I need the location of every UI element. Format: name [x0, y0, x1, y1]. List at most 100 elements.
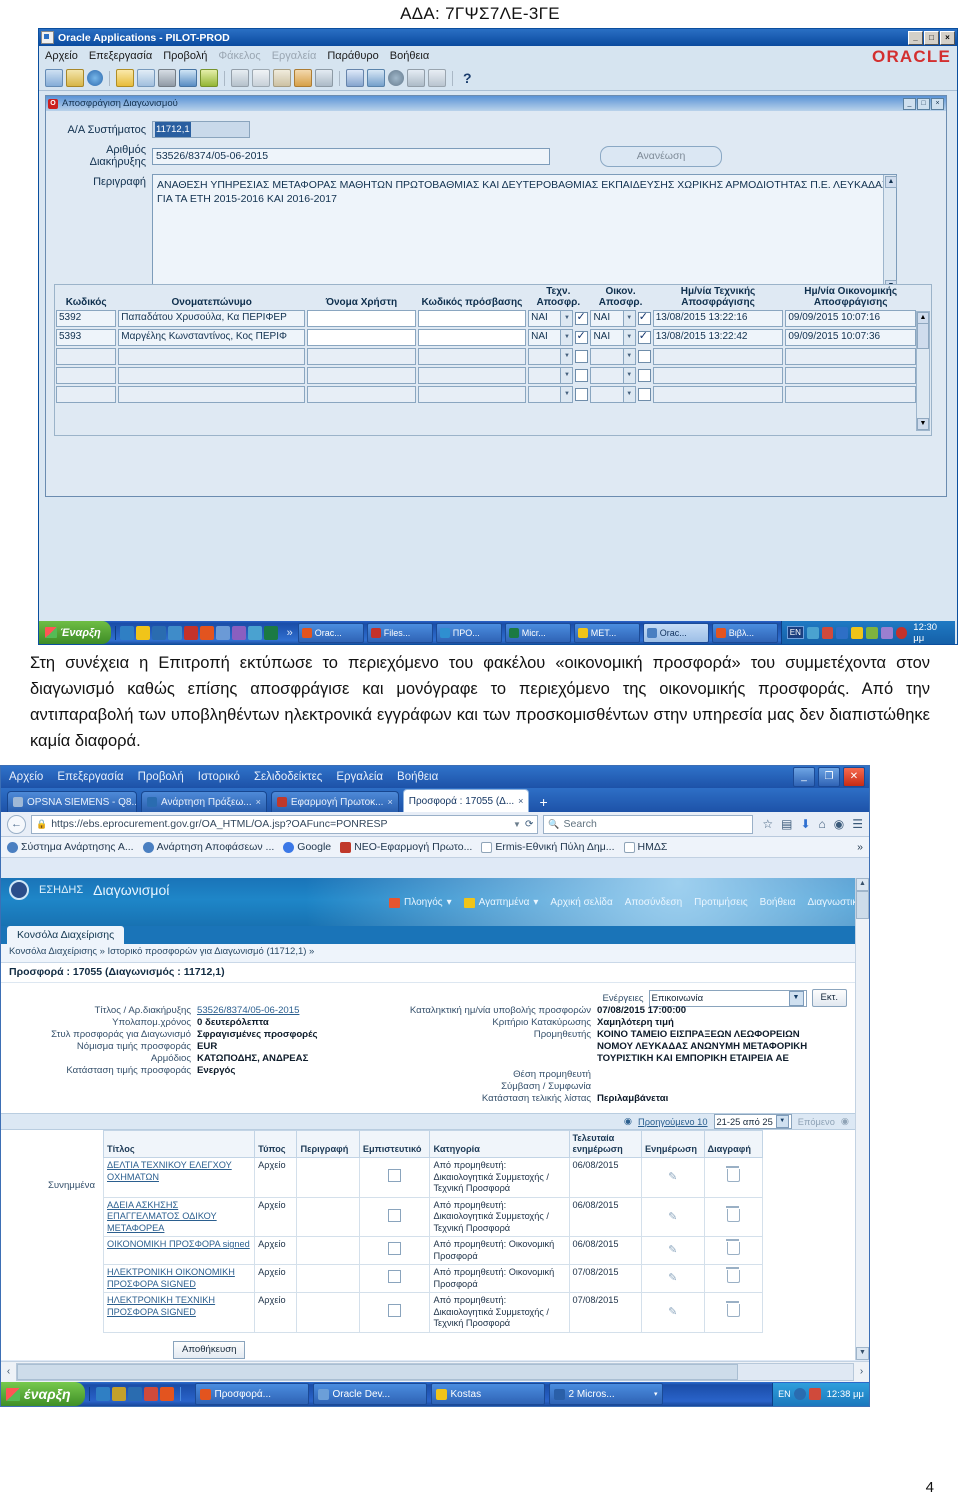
cell-kodikos-prosvasis[interactable] [417, 329, 527, 346]
media-icon[interactable] [111, 1387, 126, 1401]
copy-icon[interactable] [252, 69, 270, 87]
menu-view[interactable]: Προβολή [163, 50, 207, 62]
chevron-down-icon[interactable]: ▾ [533, 897, 538, 908]
chevron-down-icon[interactable]: ▼ [561, 329, 574, 346]
cell-onoma-xristi[interactable] [307, 310, 416, 327]
navbar-icons[interactable]: ☆ ▤ ⬇ ⌂ ◉ ☰ [758, 817, 863, 831]
prev-page-link[interactable]: Προηγούμενο 10 [638, 1117, 708, 1127]
export-icon[interactable] [179, 69, 197, 87]
cell-onoma-xristi[interactable] [307, 329, 416, 346]
hscroll-left-icon[interactable]: ‹ [1, 1363, 16, 1381]
system-tray[interactable]: EN 12:30 μμ [780, 621, 955, 644]
clear-record-icon[interactable] [294, 69, 312, 87]
language-indicator[interactable]: EN [786, 626, 804, 639]
inner-maximize-button[interactable]: □ [917, 97, 930, 110]
cell-texn-aposfr[interactable]: ΝΑΙ ▼ [528, 329, 589, 346]
clock-2[interactable]: 12:38 μμ [827, 1389, 864, 1400]
menu-icon[interactable]: ☰ [852, 817, 863, 831]
outlook-icon[interactable] [151, 625, 166, 640]
texn-checkbox[interactable] [575, 329, 589, 344]
oracle-toolbar[interactable]: ? [39, 66, 957, 91]
translate-icon[interactable] [388, 70, 404, 86]
new-tab-button[interactable]: + [533, 794, 553, 812]
edit-pencil-icon[interactable]: ✎ [667, 1272, 679, 1284]
chevron-down-icon[interactable]: ▼ [561, 386, 574, 403]
perigrafi-scrollbar[interactable]: ▲ ▼ [883, 175, 897, 293]
oikon-checkbox[interactable] [637, 369, 651, 382]
close-icon[interactable]: × [387, 797, 392, 807]
taskbar2-button-kostas[interactable]: Kostas [430, 1383, 545, 1405]
cell-onomateponymo[interactable] [118, 348, 306, 365]
table-row[interactable]: ▼ ▼ [55, 385, 917, 404]
cell-oikon-aposfr[interactable]: ΝΑΙ ▼ [590, 329, 651, 346]
taskbar-button-met[interactable]: ΜΕΤ... [573, 622, 640, 643]
aa-systimatos-input[interactable]: 11712,1 [152, 121, 250, 138]
taskbar-button-orac1[interactable]: Orac... [297, 622, 364, 643]
firefox-icon[interactable] [199, 625, 214, 640]
chevron-down-icon[interactable]: ▼ [788, 990, 804, 1006]
cell-imnia-oikonomikis[interactable] [785, 348, 916, 365]
perigrafi-textarea[interactable]: ΑΝΑΘΕΣΗ ΥΠΗΡΕΣΙΑΣ ΜΕΤΑΦΟΡΑΣ ΜΑΘΗΤΩΝ ΠΡΩΤ… [152, 174, 897, 294]
chevron-down-icon[interactable]: ▼ [623, 310, 636, 327]
favorites-menu[interactable]: Αγαπημένα ▾ [463, 897, 538, 908]
cell-onomateponymo[interactable] [118, 386, 306, 403]
tab-opsna-siemens[interactable]: OPSNA SIEMENS - Q8... × [7, 791, 137, 812]
attach-clip-icon[interactable] [407, 69, 425, 87]
delete-record-icon[interactable] [315, 69, 333, 87]
texn-checkbox[interactable] [575, 388, 589, 401]
delete-trash-icon[interactable] [725, 1205, 740, 1222]
language-indicator-2[interactable]: EN [778, 1389, 791, 1399]
att-title-link[interactable]: ΑΔΕΙΑ ΑΣΚΗΣΗΣ ΕΠΑΓΓΕΛΜΑΤΟΣ ΟΔΙΚΟΥ ΜΕΤΑΦΟ… [107, 1200, 217, 1233]
taskbar2-button-microsoft-group[interactable]: 2 Micros... ▾ [548, 1383, 663, 1405]
att-title-link[interactable]: ΔΕΛΤΙΑ ΤΕΧΝΙΚΟΥ ΕΛΕΓΧΟΥ ΟΧΗΜΑΤΩΝ [107, 1160, 232, 1182]
sync-icon[interactable]: ◉ [834, 817, 844, 831]
cell-imnia-texnikis[interactable] [652, 367, 784, 384]
menu-file[interactable]: Αρχείο [45, 50, 78, 62]
menu-window[interactable]: Παράθυρο [327, 50, 378, 62]
table-row[interactable]: ▼ ▼ [55, 366, 917, 385]
cell-onomateponymo[interactable]: Μαργέλης Κωνσταντίνος, Κος ΠΕΡΙΦ [118, 329, 306, 346]
taskbar2-button-prosfora[interactable]: Προσφορά... [194, 1383, 309, 1405]
chevron-down-icon[interactable]: ▼ [623, 348, 636, 365]
explorer-icon[interactable] [215, 625, 230, 640]
acrobat-icon[interactable] [183, 625, 198, 640]
chevron-down-icon[interactable]: ▼ [775, 1115, 789, 1128]
close-icon[interactable]: × [256, 797, 261, 807]
ff-close-button[interactable]: ✕ [843, 767, 865, 787]
taskbar-button-files[interactable]: Files... [366, 622, 433, 643]
table-row[interactable]: ΟΙΚΟΝΟΜΙΚΗ ΠΡΟΣΦΟΡΑ signed Αρχείο Από πρ… [102, 1236, 764, 1265]
star-icon[interactable]: ☆ [762, 817, 773, 831]
prev-page-icon[interactable]: ◉ [624, 1116, 632, 1127]
att-title-link[interactable]: ΗΛΕΚΤΡΟΝΙΚΗ ΤΕΧΝΙΚΗ ΠΡΟΣΦΟΡΑ SIGNED [107, 1295, 215, 1317]
volume-icon[interactable] [793, 1388, 806, 1400]
maximize-button[interactable]: □ [924, 30, 939, 45]
oikon-checkbox[interactable] [637, 350, 651, 363]
link-logout[interactable]: Αποσύνδεση [625, 897, 682, 908]
page-scroll-thumb[interactable] [856, 891, 869, 919]
cell-oikon-aposfr[interactable]: ▼ [590, 386, 651, 403]
ff-minimize-button[interactable]: _ [793, 767, 815, 787]
cell-kodikos[interactable]: 5392 [56, 310, 117, 327]
network-icon[interactable] [808, 1388, 821, 1400]
apofragisi-window-controls[interactable]: _ □ × [903, 97, 944, 110]
system-tray-2[interactable]: EN 12:38 μμ [772, 1382, 869, 1406]
taskbar-button-pro[interactable]: ΠΡΟ... [435, 622, 502, 643]
cell-kodikos-prosvasis[interactable] [417, 310, 527, 327]
table-row[interactable]: ΔΕΛΤΙΑ ΤΕΧΝΙΚΟΥ ΕΛΕΓΧΟΥ ΟΧΗΜΑΤΩΝ Αρχείο … [102, 1157, 764, 1198]
save-icon[interactable] [116, 69, 134, 87]
tab-efarmogi-protokollou[interactable]: Εφαρμογή Πρωτοκ... × [270, 791, 399, 812]
cut-icon[interactable] [231, 69, 249, 87]
edit-pencil-icon[interactable]: ✎ [667, 1211, 679, 1223]
ff-menu-help[interactable]: Βοήθεια [397, 771, 438, 783]
cell-imnia-texnikis[interactable]: 13/08/2015 13:22:16 [652, 310, 784, 327]
page-horizontal-scrollbar[interactable]: ‹ › [1, 1361, 869, 1382]
network-icon[interactable] [806, 626, 819, 639]
detail-value[interactable]: 53526/8374/05-06-2015 [197, 1005, 299, 1016]
breadcrumb[interactable]: Κονσόλα Διαχείρισης » Ιστορικό προσφορών… [1, 944, 869, 963]
sync-icon[interactable] [865, 626, 878, 639]
oracle-window-controls[interactable]: _ □ × [908, 30, 955, 45]
cell-imnia-texnikis[interactable] [652, 348, 784, 365]
refresh-button[interactable]: Ανανέωση [600, 145, 722, 167]
chevron-down-icon[interactable]: ▾ [447, 897, 452, 908]
update-icon[interactable] [851, 626, 863, 639]
